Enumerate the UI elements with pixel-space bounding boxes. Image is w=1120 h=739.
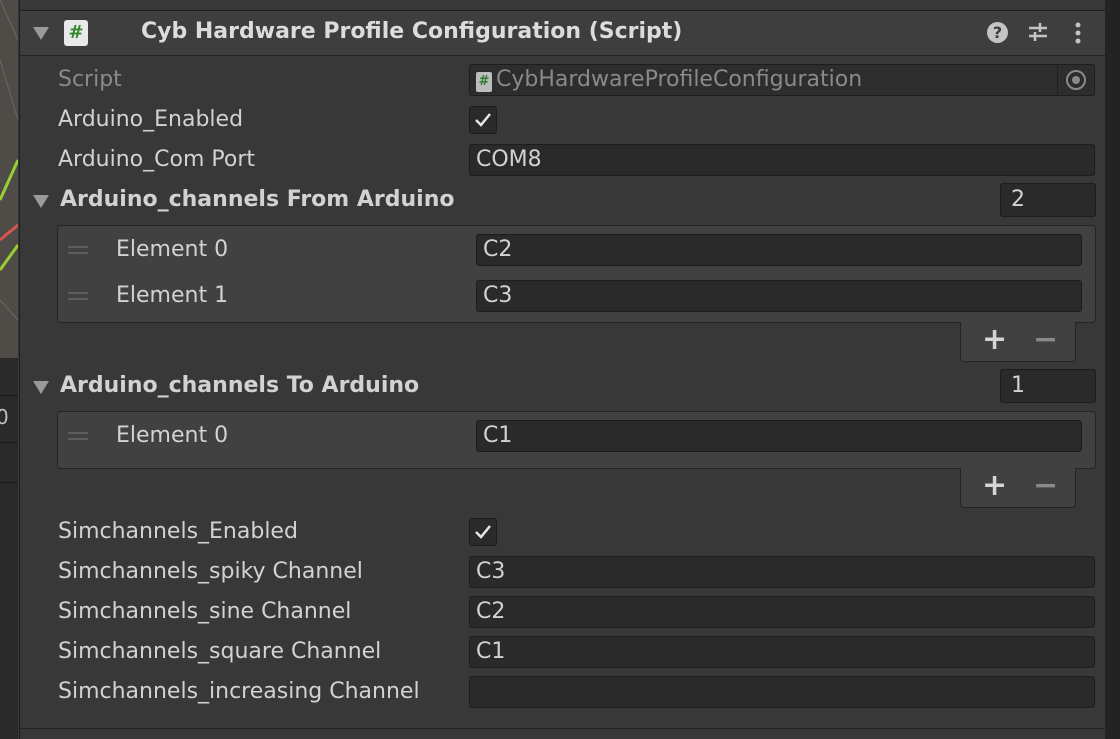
to-arduino-foldout-icon[interactable] (33, 381, 49, 394)
remove-element-button[interactable]: − (1033, 325, 1058, 355)
script-file-icon: # (476, 72, 492, 92)
simchannels-sine-input[interactable]: C2 (469, 596, 1095, 628)
arduino-com-port-input[interactable]: COM8 (469, 144, 1095, 176)
add-element-button[interactable]: + (982, 325, 1007, 355)
bottom-divider (19, 728, 1105, 729)
component-foldout-icon[interactable] (33, 27, 49, 40)
simchannels-spiky-label: Simchannels_spiky Channel (58, 559, 363, 584)
from-arduino-list-footer: + − (960, 322, 1076, 362)
left-panel-strip: 0 (0, 0, 18, 739)
to-arduino-list-label: Arduino_channels To Arduino (60, 373, 420, 398)
drag-handle-icon[interactable] (68, 292, 88, 300)
kebab-menu-icon[interactable] (1074, 22, 1082, 48)
add-element-button[interactable]: + (982, 471, 1007, 501)
from-arduino-element-1-input[interactable]: C3 (476, 280, 1082, 312)
arduino-enabled-label: Arduino_Enabled (58, 107, 244, 132)
component-title: Cyb Hardware Profile Configuration (Scri… (141, 19, 683, 44)
strip-divider (0, 442, 18, 443)
simchannels-sine-label: Simchannels_sine Channel (58, 599, 352, 624)
to-arduino-list-footer: + − (960, 468, 1076, 508)
arduino-com-port-label: Arduino_Com Port (58, 147, 255, 172)
picker-divider (1057, 65, 1058, 95)
from-arduino-foldout-icon[interactable] (33, 195, 49, 208)
from-arduino-element-1-label: Element 1 (116, 283, 229, 308)
to-arduino-element-0-label: Element 0 (116, 423, 229, 448)
from-arduino-element-0-input[interactable]: C2 (476, 234, 1082, 266)
scene-view-fragment[interactable] (0, 0, 18, 358)
to-arduino-size-input[interactable]: 1 (1000, 369, 1096, 403)
drag-handle-icon[interactable] (68, 432, 88, 440)
checkmark-icon (475, 525, 491, 539)
to-arduino-element-0-input[interactable]: C1 (476, 420, 1082, 452)
arduino-enabled-checkbox[interactable] (469, 106, 497, 134)
script-object-value: CybHardwareProfileConfiguration (496, 67, 863, 92)
from-arduino-size-input[interactable]: 2 (1000, 183, 1096, 217)
inspector-scrollbar[interactable] (1105, 0, 1120, 739)
checkmark-icon (475, 113, 491, 127)
preset-sliders-icon[interactable] (1027, 21, 1049, 47)
simchannels-increasing-label: Simchannels_increasing Channel (58, 679, 420, 704)
simchannels-increasing-input[interactable] (469, 676, 1095, 708)
help-icon[interactable]: ? (987, 22, 1008, 43)
script-icon: # (64, 20, 88, 46)
script-label: Script (58, 67, 122, 92)
from-arduino-list-label: Arduino_channels From Arduino (60, 187, 455, 212)
simchannels-enabled-label: Simchannels_Enabled (58, 519, 298, 544)
strip-divider (0, 395, 18, 396)
remove-element-button[interactable]: − (1033, 471, 1058, 501)
simchannels-square-input[interactable]: C1 (469, 636, 1095, 668)
simchannels-spiky-input[interactable]: C3 (469, 556, 1095, 588)
strip-divider (0, 482, 18, 483)
sidebar-fragment-text: 0 (0, 405, 9, 429)
from-arduino-element-0-label: Element 0 (116, 237, 229, 262)
drag-handle-icon[interactable] (68, 246, 88, 254)
script-object-field[interactable]: # CybHardwareProfileConfiguration (469, 64, 1095, 96)
object-picker-icon[interactable] (1066, 70, 1086, 90)
scene-lines (0, 0, 18, 321)
simchannels-square-label: Simchannels_square Channel (58, 639, 382, 664)
simchannels-enabled-checkbox[interactable] (469, 518, 497, 546)
